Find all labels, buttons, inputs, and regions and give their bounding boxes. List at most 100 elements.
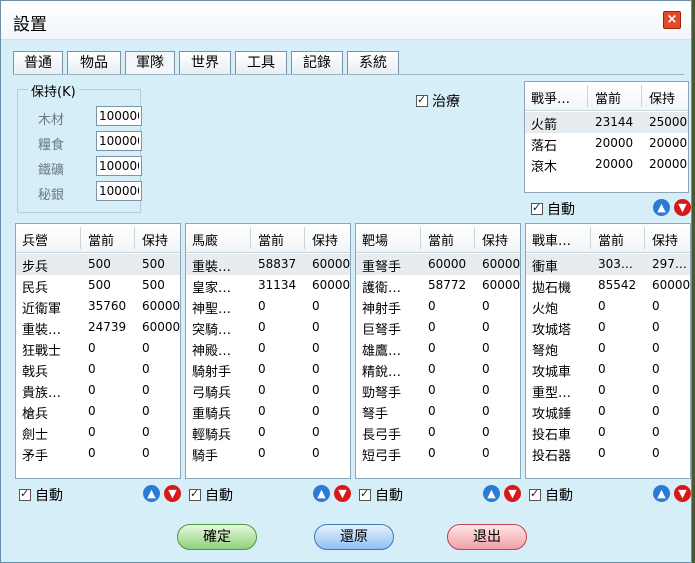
table-row[interactable]: 重騎兵 0 0 [186,401,350,422]
column-header-current[interactable]: 當前 [428,230,454,249]
table-row[interactable]: 皇家… 31134 60000 [186,275,350,296]
table-row[interactable]: 重裝… 24739 60000 [16,317,180,338]
table-row[interactable]: 弩炮 0 0 [526,338,690,359]
auto-checkbox[interactable]: 自動 [189,485,233,505]
column-header-current[interactable]: 當前 [598,230,624,249]
checkbox-icon [531,201,543,215]
table-row[interactable]: 狂戰士 0 0 [16,338,180,359]
column-header-name[interactable]: 馬廄 [192,230,218,249]
table-row[interactable]: 攻城車 0 0 [526,359,690,380]
column-header-name[interactable]: 靶場 [362,230,388,249]
tab-1[interactable]: 物品 [67,51,121,75]
column-header-current[interactable]: 當前 [595,88,621,107]
table-row[interactable]: 投石車 0 0 [526,422,690,443]
table-row[interactable]: 劍士 0 0 [16,422,180,443]
tab-0[interactable]: 普通 [13,51,63,75]
table-row[interactable]: 護衛… 58772 60000 [356,275,520,296]
keep-resource-input[interactable] [96,131,142,151]
keep-value: 0 [652,425,660,439]
column-header-name[interactable]: 戰爭… [531,88,570,107]
tab-2[interactable]: 軍隊 [125,51,175,75]
table-row[interactable]: 攻城錘 0 0 [526,401,690,422]
table-row[interactable]: 衝車 303… 297… [526,254,690,275]
table-row[interactable]: 短弓手 0 0 [356,443,520,464]
table-row[interactable]: 落石 20000 20000 [525,133,688,154]
table-row[interactable]: 精銳… 0 0 [356,359,520,380]
unit-name: 投石器 [532,449,572,464]
table-row[interactable]: 突騎… 0 0 [186,317,350,338]
table-row[interactable]: 戟兵 0 0 [16,359,180,380]
column-header-current[interactable]: 當前 [88,230,114,249]
table-row[interactable]: 槍兵 0 0 [16,401,180,422]
table-row[interactable]: 步兵 500 500 [16,254,180,275]
column-header-keep[interactable]: 保持 [652,230,678,249]
column-header-name[interactable]: 戰車… [532,230,571,249]
arrow-up-icon[interactable]: ▲ [653,199,670,216]
current-value: 0 [428,299,436,313]
table-row[interactable]: 民兵 500 500 [16,275,180,296]
panel-header: 靶場 當前 保持 [356,224,520,253]
column-header-keep[interactable]: 保持 [142,230,168,249]
current-value: 0 [258,320,266,334]
table-row[interactable]: 神殿… 0 0 [186,338,350,359]
table-row[interactable]: 雄鷹… 0 0 [356,338,520,359]
arrow-down-icon[interactable]: ▼ [164,485,181,502]
table-row[interactable]: 重型… 0 0 [526,380,690,401]
table-row[interactable]: 火箭 23144 25000 [525,112,688,133]
ok-button[interactable]: 確定 [177,524,257,550]
arrow-up-icon[interactable]: ▲ [143,485,160,502]
column-header-keep[interactable]: 保持 [482,230,508,249]
table-row[interactable]: 重弩手 60000 60000 [356,254,520,275]
table-row[interactable]: 火炮 0 0 [526,296,690,317]
keep-resource-input[interactable] [96,181,142,201]
arrow-down-icon[interactable]: ▼ [504,485,521,502]
tab-4[interactable]: 工具 [235,51,287,75]
table-row[interactable]: 貴族… 0 0 [16,380,180,401]
table-row[interactable]: 長弓手 0 0 [356,422,520,443]
table-row[interactable]: 矛手 0 0 [16,443,180,464]
table-row[interactable]: 勁弩手 0 0 [356,380,520,401]
arrow-down-icon[interactable]: ▼ [674,199,691,216]
unit-name: 攻城車 [532,365,572,380]
table-row[interactable]: 神射手 0 0 [356,296,520,317]
table-row[interactable]: 近衛軍 35760 60000 [16,296,180,317]
table-row[interactable]: 拋石機 85542 60000 [526,275,690,296]
tab-3[interactable]: 世界 [179,51,231,75]
table-row[interactable]: 弩手 0 0 [356,401,520,422]
table-row[interactable]: 巨弩手 0 0 [356,317,520,338]
table-row[interactable]: 投石器 0 0 [526,443,690,464]
table-row[interactable]: 騎手 0 0 [186,443,350,464]
restore-button[interactable]: 還原 [314,524,394,550]
table-row[interactable]: 弓騎兵 0 0 [186,380,350,401]
table-row[interactable]: 騎射手 0 0 [186,359,350,380]
exit-button[interactable]: 退出 [447,524,527,550]
close-icon[interactable]: × [663,11,681,29]
auto-label: 自動 [35,488,63,504]
table-row[interactable]: 輕騎兵 0 0 [186,422,350,443]
tab-5[interactable]: 記錄 [291,51,343,75]
column-header-keep[interactable]: 保持 [649,88,675,107]
keep-resource-input[interactable] [96,156,142,176]
auto-checkbox[interactable]: 自動 [19,485,63,505]
unit-name: 劍士 [22,428,49,443]
arrow-up-icon[interactable]: ▲ [653,485,670,502]
arrow-down-icon[interactable]: ▼ [334,485,351,502]
arrow-up-icon[interactable]: ▲ [313,485,330,502]
heal-checkbox[interactable]: 治療 [416,91,460,111]
table-row[interactable]: 攻城塔 0 0 [526,317,690,338]
table-row[interactable]: 滾木 20000 20000 [525,154,688,175]
column-header-current[interactable]: 當前 [258,230,284,249]
keep-resource-input[interactable] [96,106,142,126]
auto-checkbox[interactable]: 自動 [531,199,575,219]
auto-checkbox[interactable]: 自動 [529,485,573,505]
unit-name: 火炮 [532,302,559,317]
auto-checkbox[interactable]: 自動 [359,485,403,505]
column-header-name[interactable]: 兵營 [22,230,48,249]
table-row[interactable]: 神聖… 0 0 [186,296,350,317]
arrow-down-icon[interactable]: ▼ [674,485,691,502]
column-header-keep[interactable]: 保持 [312,230,338,249]
table-row[interactable]: 重裝… 58837 60000 [186,254,350,275]
keep-value: 20000 [649,136,688,150]
arrow-up-icon[interactable]: ▲ [483,485,500,502]
tab-6[interactable]: 系統 [347,51,399,75]
